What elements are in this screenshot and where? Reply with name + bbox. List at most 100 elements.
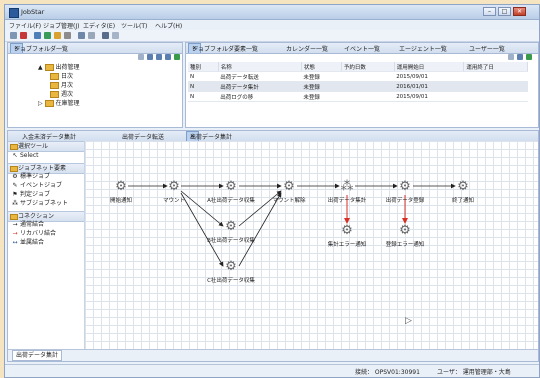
palette-item-select[interactable]: ↖ Select (12, 152, 38, 160)
toolbar-list-icon[interactable] (10, 32, 17, 39)
toolbar-view-icon[interactable] (34, 32, 41, 39)
column-header[interactable]: 種別 (188, 62, 219, 72)
job-node-aggregate[interactable]: ⁂ 出荷データ集計 (328, 179, 367, 204)
tab-job-folder-list[interactable]: ジョブフォルダ一覧 ✕ (10, 43, 68, 53)
top-tabbar: ジョブフォルダ要素一覧 ✕ カレンダー一覧 イベント一覧 エージェント一覧 ユー… (186, 43, 538, 54)
minimize-button[interactable]: – (483, 7, 496, 16)
job-node-start-notify[interactable]: ⚙ 開始通知 (110, 179, 132, 204)
table-row[interactable]: N 出荷データ集計 未登録 2016/01/01 (188, 81, 528, 92)
node-label: A社出荷データ収集 (207, 196, 255, 204)
tab-calendar-list[interactable]: カレンダー一覧 (286, 44, 328, 53)
gear-icon: ⚙ (283, 179, 295, 194)
job-node-register-error[interactable]: ⚙ 登録エラー通知 (386, 223, 425, 248)
menu-tools[interactable]: ツール(T) (121, 21, 147, 30)
menu-file[interactable]: ファイル(F) (9, 21, 41, 30)
job-folder-tabbar: ジョブフォルダ一覧 ✕ (8, 43, 182, 54)
new-folder-icon[interactable] (138, 54, 144, 60)
job-node-collect-b[interactable]: ⚙ B社出荷データ収集 (207, 219, 255, 244)
cell: 2015/09/01 (394, 91, 464, 102)
palette-item-decision-job[interactable]: ⚑ 判定ジョブ (12, 191, 50, 199)
menu-job[interactable]: ジョブ管理(J) (43, 21, 79, 30)
sub-jobnet-icon: ⁂ (341, 179, 354, 194)
palette-group-select[interactable]: 選択ツール (8, 141, 84, 152)
column-header[interactable]: 運用開始日 (394, 62, 465, 72)
link-icon[interactable] (165, 54, 171, 60)
tree-item-weekly[interactable]: 週次 (50, 89, 73, 98)
mouse-cursor-icon: ▷ (405, 316, 412, 326)
cell (463, 91, 528, 102)
toolbar-print-icon[interactable] (78, 32, 85, 39)
job-node-unmount[interactable]: ⚙ マウント解除 (272, 179, 306, 204)
menu-help[interactable]: ヘルプ(H) (155, 21, 182, 30)
tab-user-list[interactable]: ユーザー一覧 (469, 44, 505, 53)
toolbar-zoom-icon[interactable] (102, 32, 109, 39)
tab-event-list[interactable]: イベント一覧 (344, 44, 380, 53)
cell: 未登録 (301, 71, 342, 82)
cell (463, 71, 528, 82)
tab-agent-list[interactable]: エージェント一覧 (399, 44, 447, 53)
filter-icon[interactable] (508, 54, 514, 60)
app-window: JobStar – □ ✕ ファイル(F) ジョブ管理(J) エディタ(E) ツ… (4, 4, 540, 378)
copy-icon[interactable] (147, 54, 153, 60)
node-label: 集計エラー通知 (328, 240, 367, 248)
palette-item-event-job[interactable]: ✎ イベントジョブ (12, 182, 62, 190)
toolbar-schedule-icon[interactable] (54, 32, 61, 39)
move-icon[interactable] (156, 54, 162, 60)
gear-icon: ⚙ (168, 179, 180, 194)
tree-item-inventory[interactable]: ▷ 在庫管理 (38, 98, 80, 107)
table-row[interactable]: N 出荷ログの移 未登録 2015/09/01 (188, 91, 528, 102)
palette-item-sub-jobnet[interactable]: ⁂ サブジョブネット (12, 200, 68, 208)
tab-job-folder-elements[interactable]: ジョブフォルダ要素一覧 ✕ (188, 43, 258, 53)
gear-icon: ⚙ (225, 179, 237, 194)
job-node-aggregate-error[interactable]: ⚙ 集計エラー通知 (328, 223, 367, 248)
toolbar-search-icon[interactable] (112, 32, 119, 39)
cell: 出荷ログの移 (218, 91, 302, 102)
job-node-collect-c[interactable]: ⚙ C社出荷データ収集 (207, 259, 255, 284)
toolbar-settings-icon[interactable] (64, 32, 71, 39)
jobnet-editor-panel: 入金未済データ集計 出荷データ転送 出荷データ集計 ✕ 選択ツール ↖ Selec… (7, 130, 539, 362)
tab-editor-unpaid[interactable]: 入金未済データ集計 (22, 132, 76, 141)
palette-item-recovery-link[interactable]: → リカバリ結合 (12, 230, 56, 238)
tab-editor-transfer[interactable]: 出荷データ転送 (122, 132, 164, 141)
editor-bottom-tabbar: 出荷データ集計 (8, 349, 538, 361)
palette-item-standard-job[interactable]: ⚙ 標準ジョブ (12, 173, 50, 181)
bidirectional-arrow-icon: ↔ (12, 239, 18, 246)
toolbar-save-icon[interactable] (88, 32, 95, 39)
column-header[interactable]: 状態 (301, 62, 342, 72)
tool-palette: 選択ツール ↖ Select ジョブネット要素 ⚙ 標準ジョブ ✎ イベントジョブ ⚑… (8, 141, 85, 361)
job-node-register[interactable]: ⚙ 出荷データ登録 (386, 179, 425, 204)
toolbar-stop-icon[interactable] (20, 32, 27, 39)
reload-icon[interactable] (526, 54, 532, 60)
tree-item-monthly[interactable]: 月次 (50, 80, 73, 89)
edge[interactable] (238, 190, 282, 227)
job-node-collect-a[interactable]: ⚙ A社出荷データ収集 (207, 179, 255, 204)
users-icon[interactable] (517, 54, 523, 60)
column-header[interactable]: 予約日数 (341, 62, 395, 72)
cell: N (188, 91, 219, 102)
node-label: 出荷データ集計 (328, 196, 367, 204)
tree-item-shipping[interactable]: ▲ 出荷管理 (38, 62, 80, 71)
close-button[interactable]: ✕ (513, 7, 526, 16)
edge[interactable] (180, 190, 224, 227)
cell (341, 91, 395, 102)
column-header[interactable]: 運用終了日 (463, 62, 528, 72)
maximize-button[interactable]: □ (498, 7, 511, 16)
node-label: マウント (163, 196, 185, 204)
folder-icon (44, 64, 54, 71)
table-row[interactable]: N 出荷データ転送 未登録 2015/09/01 (188, 71, 528, 82)
job-table: 種別 名称 状態 予約日数 運用開始日 運用終了日 N 出荷データ転送 未登録 … (188, 62, 528, 102)
gear-icon: ⚙ (457, 179, 469, 194)
gear-icon: ⚙ (115, 179, 127, 194)
palette-item-parallel-link[interactable]: ↔ 並属結合 (12, 239, 44, 247)
tab-editor-aggregate[interactable]: 出荷データ集計 ✕ (186, 131, 232, 141)
tab-bottom-aggregate[interactable]: 出荷データ集計 (12, 350, 63, 361)
jobnet-canvas[interactable]: ⚙ 開始通知 ⚙ マウント ⚙ A社出荷データ収集 ⚙ B社出荷データ収集 ⚙ C社出荷デ… (85, 141, 538, 350)
job-node-end-notify[interactable]: ⚙ 終了通知 (452, 179, 474, 204)
refresh-icon[interactable] (174, 54, 180, 60)
tree-item-daily[interactable]: 日次 (50, 71, 73, 80)
toolbar-run-icon[interactable] (44, 32, 51, 39)
menu-editor[interactable]: エディタ(E) (83, 21, 115, 30)
column-header[interactable]: 名称 (218, 62, 302, 72)
palette-item-normal-link[interactable]: → 通常結合 (12, 221, 44, 229)
sub-jobnet-icon: ⁂ (12, 200, 18, 207)
